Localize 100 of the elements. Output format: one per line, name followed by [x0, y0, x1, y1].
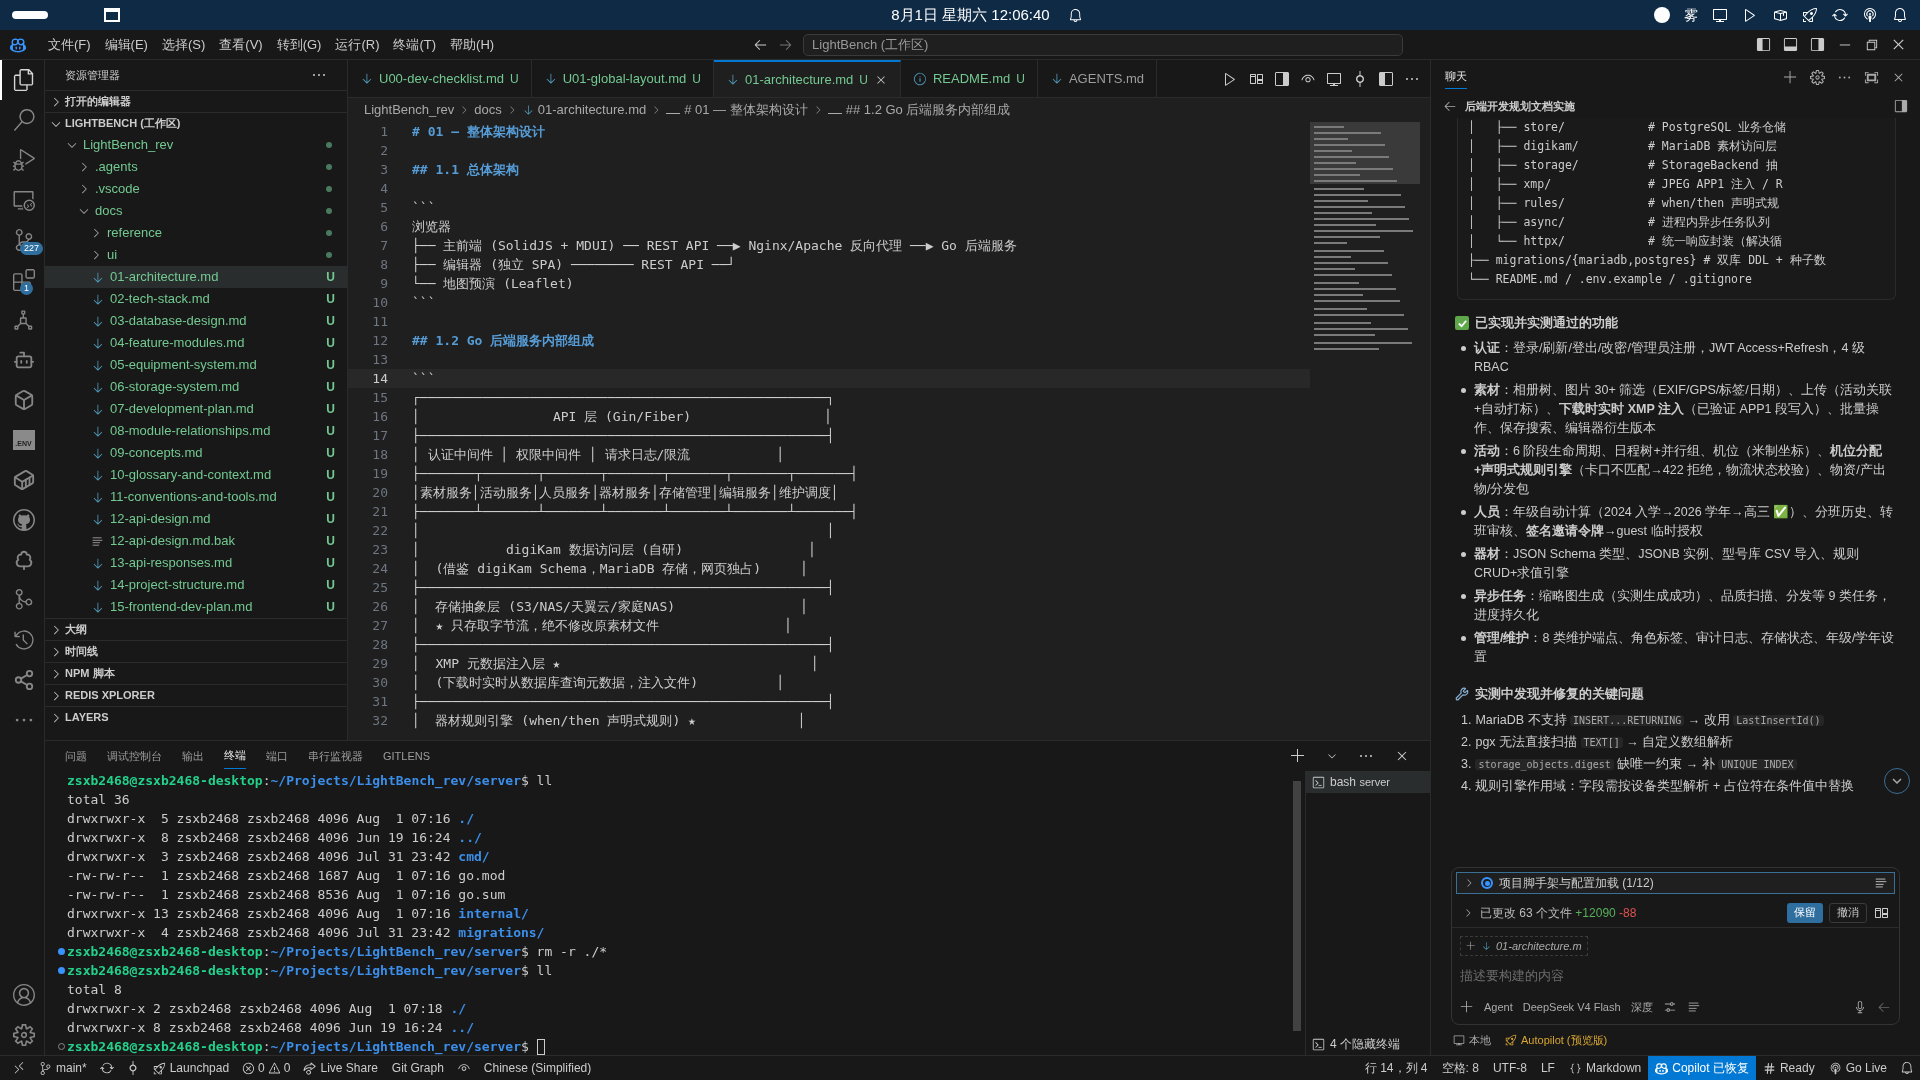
file-row[interactable]: 02-tech-stack.md U [45, 288, 347, 310]
file-row[interactable]: 01-architecture.md U [45, 266, 347, 288]
rocket-icon[interactable] [1802, 7, 1818, 23]
menu-item[interactable]: 帮助(H) [444, 34, 501, 55]
status-item[interactable]: Go Live [1845, 1059, 1887, 1077]
file-row[interactable]: 12-api-design.md.bak U [45, 530, 347, 552]
bell-icon[interactable] [1892, 7, 1908, 23]
section-header[interactable]: LIGHTBENCH (工作区) [45, 112, 347, 134]
panel-toggle-icon[interactable] [1783, 37, 1798, 52]
breadcrumb-item[interactable]: # 01 — 整体架构设计 [684, 100, 808, 120]
editor-tab[interactable]: U01-global-layout.md U [531, 60, 714, 97]
panel-tab[interactable]: 调试控制台 [107, 743, 162, 769]
sync-icon[interactable] [1832, 7, 1848, 23]
box-icon[interactable] [1772, 7, 1788, 23]
back-icon[interactable] [1443, 99, 1457, 113]
window-icon[interactable] [104, 8, 120, 22]
chat-tab[interactable]: 聊天 [1445, 65, 1467, 89]
folder-row[interactable]: LightBench_rev [45, 134, 347, 156]
run-debug-icon[interactable] [12, 149, 35, 171]
status-item[interactable]: main* [56, 1059, 87, 1077]
file-row[interactable]: 10-glossary-and-context.md U [45, 464, 347, 486]
keep-button[interactable]: 保留 [1787, 902, 1823, 923]
file-row[interactable]: 03-database-design.md U [45, 310, 347, 332]
preview-icon[interactable] [1274, 70, 1290, 87]
editor-tab[interactable]: U00-dev-checklist.md U [348, 60, 532, 97]
account-icon[interactable] [12, 984, 35, 1006]
maximize-icon[interactable] [1864, 69, 1879, 85]
breadcrumb-item[interactable]: 01-architecture.md [537, 100, 647, 120]
hidden-terminals-label[interactable]: 4 个隐藏终端 [1330, 1035, 1400, 1053]
command-success-icon[interactable] [57, 967, 65, 974]
menu-item[interactable]: 终端(T) [387, 34, 443, 55]
screen-icon[interactable] [1712, 7, 1728, 23]
sync-icon[interactable] [99, 1061, 114, 1075]
screen-icon[interactable] [1326, 70, 1342, 87]
hierarchy-icon[interactable] [12, 309, 35, 331]
file-row[interactable]: 04-feature-modules.md U [45, 332, 347, 354]
file-row[interactable]: 14-project-structure.md U [45, 574, 347, 596]
menu-item[interactable]: 转到(G) [270, 34, 328, 55]
files-icon[interactable] [12, 69, 35, 91]
section-header[interactable]: 打开的编辑器 [45, 90, 347, 112]
file-row[interactable]: 13-api-responses.md U [45, 552, 347, 574]
target-picker[interactable]: 本地 [1469, 1031, 1491, 1049]
file-row[interactable]: 08-module-relationships.md U [45, 420, 347, 442]
settings-icon[interactable] [1810, 69, 1825, 85]
changes-summary[interactable]: 已更改 63 个文件 +12090 -88 [1480, 903, 1637, 922]
status-item[interactable]: Launchpad [169, 1059, 230, 1077]
secondary-sidebar-icon[interactable] [1810, 37, 1825, 52]
panel-tab[interactable]: 输出 [182, 743, 204, 769]
microphone-icon[interactable] [1853, 1000, 1867, 1014]
section-header[interactable]: LAYERS [45, 706, 347, 728]
section-header[interactable]: 大纲 [45, 618, 347, 640]
status-item[interactable]: UTF-8 [1492, 1059, 1527, 1077]
menu-item[interactable]: 查看(V) [213, 34, 269, 55]
restore-icon[interactable] [1864, 37, 1879, 52]
status-item[interactable]: Ready [1779, 1059, 1815, 1077]
folder-row[interactable]: ui [45, 244, 347, 266]
github-icon[interactable] [12, 509, 35, 531]
status-item[interactable]: LF [1540, 1059, 1555, 1077]
file-row[interactable]: 11-conventions-and-tools.md U [45, 486, 347, 508]
breadcrumb-item[interactable]: LightBench_rev [364, 100, 455, 120]
chat-input[interactable]: 描述要构建的内容 [1452, 958, 1899, 994]
status-item[interactable]: 行 14，列 4 [1364, 1059, 1428, 1077]
sliders-icon[interactable] [1662, 1000, 1677, 1014]
model-picker[interactable]: DeepSeek V4 Flash [1522, 998, 1621, 1016]
scrollbar[interactable] [1293, 781, 1301, 1031]
panel-icon[interactable] [1894, 99, 1908, 113]
weather-label[interactable]: 雾 [1684, 4, 1698, 26]
panel-tab[interactable]: 终端 [224, 743, 246, 769]
container-icon[interactable] [12, 469, 35, 491]
editor-tab[interactable]: README.md U [901, 60, 1038, 97]
menu-item[interactable]: 编辑(E) [98, 34, 154, 55]
close-icon[interactable] [1891, 37, 1906, 52]
file-row[interactable]: 06-storage-system.md U [45, 376, 347, 398]
folder-row[interactable]: reference [45, 222, 347, 244]
folder-row[interactable]: .agents [45, 156, 347, 178]
remote-explorer-icon[interactable] [12, 189, 35, 211]
split-editor-icon[interactable] [1378, 70, 1394, 87]
clock[interactable]: 8月1日 星期六 12:06:40 [891, 3, 1050, 27]
effort-picker[interactable]: 深度 [1630, 998, 1653, 1016]
command-success-icon[interactable] [57, 948, 65, 955]
section-header[interactable]: NPM 脚本 [45, 662, 347, 684]
file-row[interactable]: 15-frontend-dev-plan.md U [45, 596, 347, 618]
status-item[interactable]: 空格: 8 [1441, 1059, 1479, 1077]
menu-item[interactable]: 选择(S) [155, 34, 212, 55]
bell-icon[interactable] [1067, 7, 1083, 23]
scroll-down-button[interactable] [1884, 767, 1910, 794]
play-icon[interactable] [1742, 7, 1758, 23]
menu-item[interactable]: 文件(F) [42, 34, 97, 55]
breadcrumb-item[interactable]: docs [474, 100, 502, 120]
autopilot-picker[interactable]: Autopilot (预览版) [1521, 1031, 1608, 1049]
status-item[interactable]: Live Share [320, 1059, 378, 1077]
run-icon[interactable] [1222, 70, 1238, 87]
pill-icon[interactable] [12, 11, 48, 19]
panel-tab[interactable]: 问题 [65, 743, 87, 769]
panel-tab[interactable]: GITLENS [383, 743, 431, 769]
remote-icon[interactable] [12, 1061, 26, 1075]
status-item[interactable]: Chinese (Simplified) [483, 1059, 592, 1077]
file-row[interactable]: 09-concepts.md U [45, 442, 347, 464]
panel-tab[interactable]: 串行监视器 [308, 743, 363, 769]
status-item[interactable]: Markdown [1585, 1059, 1642, 1077]
